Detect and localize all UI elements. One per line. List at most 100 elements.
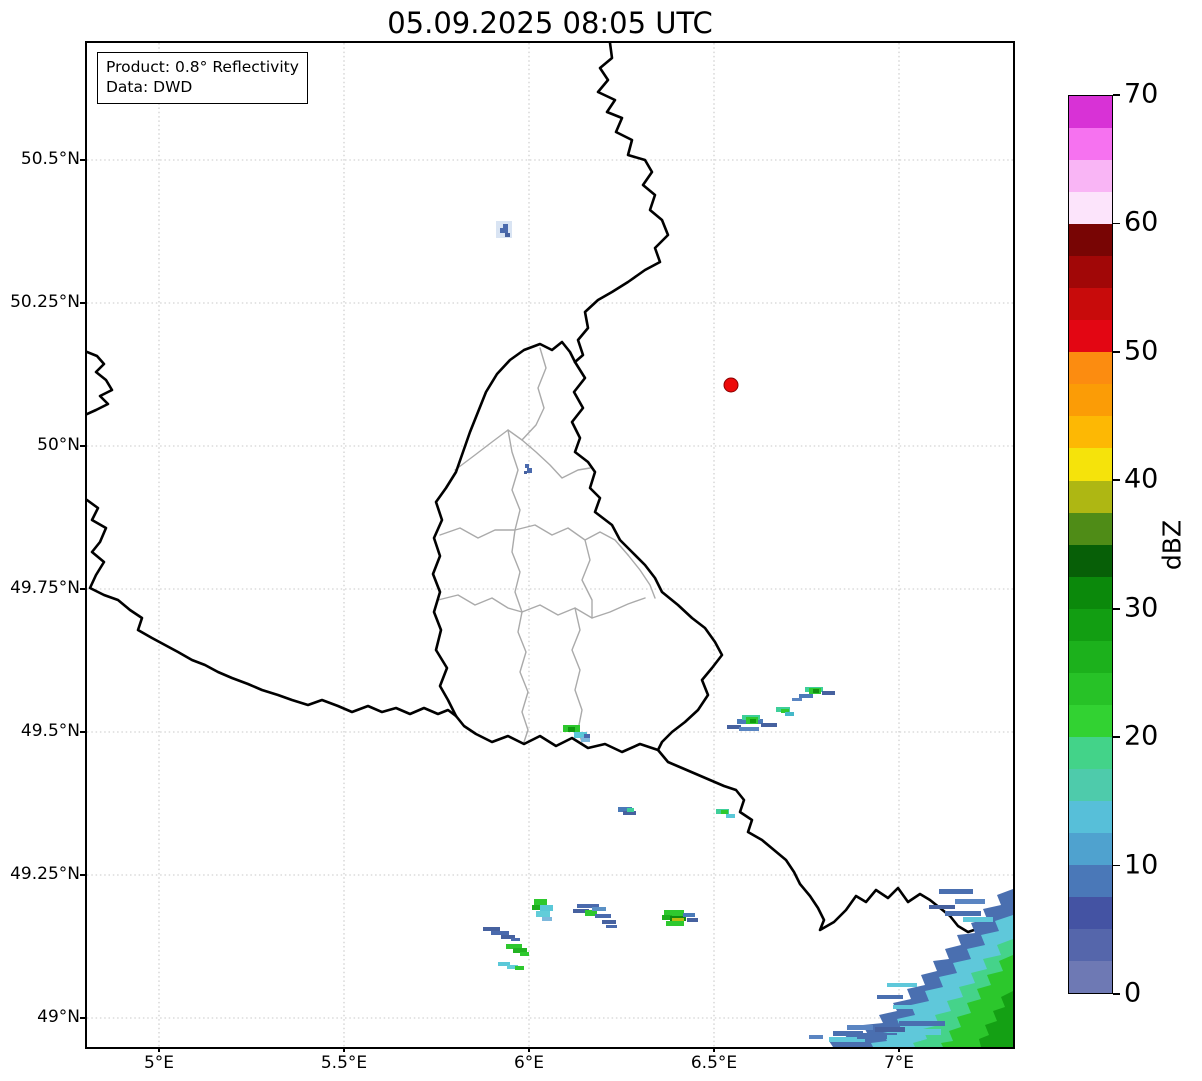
radar-echo-cell [542,917,552,921]
colorbar-segment [1069,96,1112,129]
colorbar-segment [1069,896,1112,929]
colorbar-segment [1069,544,1112,577]
product-info-box: Product: 0.8° Reflectivity Data: DWD [97,52,308,104]
corner-echo-streak [847,1025,873,1030]
colorbar-segment [1069,288,1112,321]
colorbar-segment [1069,160,1112,193]
radar-echo-cell [524,471,527,474]
colorbar-segment [1069,512,1112,545]
y-tick-label: 50.5°N [20,149,80,169]
canton-borders [437,347,656,743]
radar-echo-cell [505,233,510,237]
radar-echo-cell [672,918,684,921]
radar-echo-cell [592,907,606,911]
colorbar-segment [1069,928,1112,961]
country-border-belgium-germany [573,43,670,364]
colorbar-tick-mark [1113,222,1120,225]
y-tick-mark [80,588,85,590]
plot-title: 05.09.2025 08:05 UTC [387,6,713,40]
colorbar-tick-label: 0 [1124,977,1142,1009]
radar-echo-cell [721,810,728,814]
radar-figure: 05.09.2025 08:05 UTC Product: 0.8° Refle… [0,0,1202,1081]
radar-echo-cell [503,224,508,228]
x-tick-label: 5.5°E [320,1053,368,1073]
canton-border [571,607,583,743]
colorbar-tick-mark [1113,736,1120,738]
colorbar-tick-mark [1113,607,1120,610]
colorbar-segment [1069,192,1112,225]
radar-echo-cell [534,899,547,905]
corner-echo-streak [899,1021,925,1026]
colorbar-segment [1069,960,1112,993]
y-tick-mark [80,1017,85,1019]
radar-echo-cell [727,725,741,729]
colorbar-tick-mark [1113,94,1120,96]
map-plot-area [85,41,1015,1049]
radar-echo-cell [595,914,611,918]
colorbar-tick-label: 50 [1124,335,1159,367]
canton-border [454,429,591,479]
radar-echo-cell [584,734,590,738]
canton-border [507,429,521,531]
radar-site-marker [723,377,739,393]
colorbar-segment [1069,352,1112,385]
canton-border [521,347,547,441]
colorbar-segment [1069,224,1112,257]
y-tick-label: 49.25°N [10,864,80,884]
colorbar-tick-label: 10 [1124,848,1159,880]
radar-echo-cell [515,966,524,970]
y-tick-mark [80,731,85,733]
canton-border [439,524,629,556]
lat-lon-gridlines [87,43,1013,1047]
y-tick-label: 49.5°N [20,721,80,741]
colorbar-segment [1069,448,1112,481]
colorbar-unit-label: dBZ [1157,519,1187,571]
y-tick-mark [80,874,85,876]
colorbar-tick-label: 70 [1124,78,1159,110]
colorbar-segment [1069,480,1112,513]
colorbar-segment [1069,768,1112,801]
corner-echo-streak [875,1027,905,1032]
colorbar-tick-mark [1113,993,1120,995]
x-tick-mark [158,1047,160,1052]
colorbar-segment [1069,608,1112,641]
country-border-france-belgium [87,498,458,718]
colorbar-segment [1069,672,1112,705]
corner-echo-streak [809,1035,823,1039]
corner-echo-streak [939,889,973,894]
colorbar-segment [1069,832,1112,865]
corner-echo-streak [913,1029,941,1035]
radar-echo-cell [540,905,553,911]
radar-echo-cell [761,723,777,727]
colorbar-segment [1069,736,1112,769]
corner-echo-streak [893,1005,917,1009]
radar-echo-cell [511,938,520,941]
y-tick-label: 49.75°N [10,578,80,598]
colorbar-segment [1069,256,1112,289]
colorbar-tick-mark [1113,864,1120,867]
radar-echo-cell [536,911,550,917]
country-border-luxembourg-west [431,340,577,718]
radar-echo-cell [666,921,684,926]
canton-border [517,611,529,743]
x-tick-mark [343,1047,345,1052]
y-tick-label: 50°N [37,435,80,455]
colorbar-tick-label: 20 [1124,720,1159,752]
colorbar-segment [1069,576,1112,609]
radar-echo-cell [483,927,500,931]
colorbar-tick-label: 60 [1124,206,1159,238]
radar-echo-cell [683,913,695,917]
radar-echo-cell [785,712,794,716]
radar-echo-cell [822,691,835,695]
radar-echo-cell [520,952,529,956]
corner-echo-streak [887,1035,921,1041]
colorbar-segment [1069,128,1112,161]
colorbar-segment [1069,864,1112,897]
radar-echo-cell [799,694,813,698]
colorbar-segment [1069,800,1112,833]
corner-echo-streak [923,1021,945,1026]
radar-echo-cell [606,925,617,928]
radar-echo-cell [532,905,540,910]
country-border-france-germany [656,748,1013,950]
x-tick-mark [528,1047,530,1052]
